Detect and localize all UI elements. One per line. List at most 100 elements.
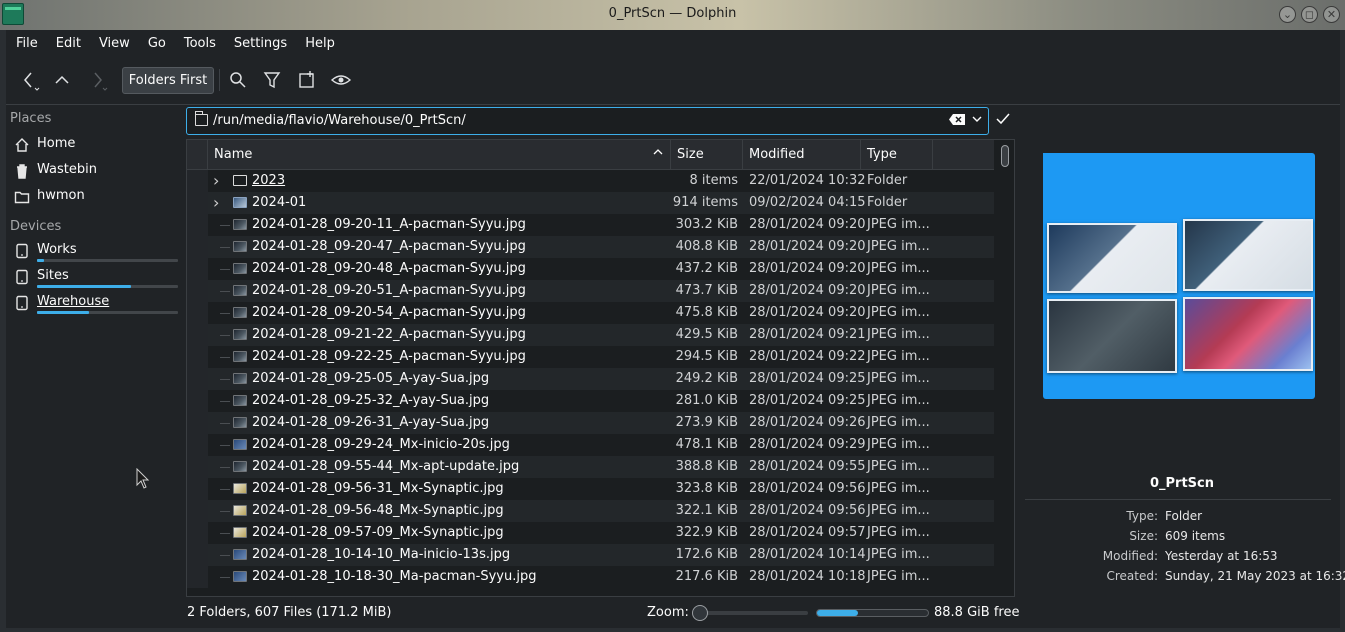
file-name: 2024-01-28_09-55-44_Mx-apt-update.jpg (252, 459, 520, 474)
minimize-icon[interactable]: ⌄ (1279, 6, 1296, 23)
zoom-label: Zoom: (647, 605, 689, 620)
file-name: 2024-01-28_09-57-09_Mx-Synaptic.jpg (252, 525, 504, 540)
place-hwmon[interactable]: hwmon (10, 186, 182, 210)
menu-settings[interactable]: Settings (228, 36, 293, 51)
forward-icon[interactable] (84, 67, 110, 93)
expand-chevron-icon[interactable]: › (213, 192, 225, 214)
column-modified[interactable]: Modified (743, 140, 861, 170)
file-size: 303.2 KiB (675, 217, 738, 232)
menu-view[interactable]: View (93, 36, 136, 51)
file-type: JPEG im... (867, 415, 930, 430)
back-icon[interactable] (16, 67, 42, 93)
menu-edit[interactable]: Edit (50, 36, 87, 51)
image-file-icon (233, 373, 247, 384)
tree-line (220, 577, 230, 578)
menu-tools[interactable]: Tools (178, 36, 222, 51)
menu-file[interactable]: File (10, 36, 44, 51)
title-bar[interactable]: 0_PrtScn — Dolphin ⌄ ◻ ✕ (0, 0, 1345, 30)
place-wastebin[interactable]: Wastebin (10, 160, 182, 184)
chevron-down-icon[interactable] (970, 112, 984, 130)
folders-first-button[interactable]: Folders First (122, 67, 214, 94)
device-sites[interactable]: Sites (10, 266, 182, 290)
close-icon[interactable]: ✕ (1323, 6, 1340, 23)
file-type: JPEG im... (867, 371, 930, 386)
file-row[interactable]: 2024-01-28_09-21-22_A-pacman-Syyu.jpg 429… (187, 324, 994, 346)
file-modified: 28/01/2024 09:25 (749, 393, 866, 408)
confirm-path-icon[interactable] (992, 110, 1014, 132)
file-row[interactable]: 2024-01-28_09-25-32_A-yay-Sua.jpg 281.0 K… (187, 390, 994, 412)
new-tab-icon[interactable] (294, 67, 320, 93)
image-file-icon (233, 351, 247, 362)
file-modified: 28/01/2024 09:25 (749, 371, 866, 386)
devices-header: Devices (10, 219, 62, 234)
meta-value: Sunday, 21 May 2023 at 16:32 (1165, 569, 1345, 583)
row-gutter (187, 346, 208, 368)
file-row[interactable]: 2024-01-28_09-20-51_A-pacman-Syyu.jpg 473… (187, 280, 994, 302)
up-icon[interactable] (49, 67, 75, 93)
file-row[interactable]: 2024-01-28_09-20-54_A-pacman-Syyu.jpg 475… (187, 302, 994, 324)
maximize-icon[interactable]: ◻ (1301, 6, 1318, 23)
file-row[interactable]: 2024-01-28_09-25-05_A-yay-Sua.jpg 249.2 K… (187, 368, 994, 390)
folder-row[interactable]: › 2024-01 914 items 09/02/2024 04:15 Folder (187, 192, 994, 214)
file-size: 429.5 KiB (675, 327, 738, 342)
zoom-slider[interactable] (692, 605, 808, 621)
vertical-scrollbar[interactable] (996, 140, 1014, 596)
file-row[interactable]: 2024-01-28_09-20-11_A-pacman-Syyu.jpg 303… (187, 214, 994, 236)
column-name[interactable]: Name (208, 140, 671, 170)
file-type: JPEG im... (867, 239, 930, 254)
meta-key: Created: (1106, 569, 1158, 583)
folder-icon (14, 189, 30, 205)
location-path-input[interactable]: /run/media/flavio/Warehouse/0_PrtScn/ (213, 113, 466, 128)
row-gutter (187, 478, 208, 500)
trash-icon (14, 163, 30, 179)
free-space-fill (817, 610, 859, 616)
clear-text-icon[interactable] (948, 113, 966, 128)
capacity-fill (37, 311, 90, 314)
capacity-bar (37, 311, 178, 314)
search-icon[interactable] (225, 67, 251, 93)
scrollbar-thumb[interactable] (1001, 145, 1009, 167)
file-row[interactable]: 2024-01-28_09-22-25_A-pacman-Syyu.jpg 294… (187, 346, 994, 368)
file-row[interactable]: 2024-01-28_10-14-10_Ma-inicio-13s.jpg 172… (187, 544, 994, 566)
file-row[interactable]: 2024-01-28_09-56-48_Mx-Synaptic.jpg 322.1… (187, 500, 994, 522)
menu-help[interactable]: Help (299, 36, 341, 51)
file-row[interactable]: 2024-01-28_09-20-48_A-pacman-Syyu.jpg 437… (187, 258, 994, 280)
file-modified: 28/01/2024 09:20 (749, 305, 866, 320)
filter-icon[interactable] (259, 67, 285, 93)
file-name: 2024-01-28_09-22-25_A-pacman-Syyu.jpg (252, 349, 526, 364)
file-size: 408.8 KiB (675, 239, 738, 254)
column-header: Name Size Modified Type (187, 140, 994, 170)
file-size: 475.8 KiB (675, 305, 738, 320)
location-bar[interactable]: /run/media/flavio/Warehouse/0_PrtScn/ (186, 107, 989, 135)
home-icon (14, 137, 30, 153)
tree-line (220, 379, 230, 380)
column-size[interactable]: Size (671, 140, 743, 170)
file-row[interactable]: 2024-01-28_10-18-30_Ma-pacman-Syyu.jpg 21… (187, 566, 994, 588)
file-row[interactable]: 2024-01-28_09-20-47_A-pacman-Syyu.jpg 408… (187, 236, 994, 258)
file-name: 2023 (252, 173, 286, 188)
column-type[interactable]: Type (861, 140, 933, 170)
device-works[interactable]: Works (10, 240, 182, 264)
file-row[interactable]: 2024-01-28_09-57-09_Mx-Synaptic.jpg 322.9… (187, 522, 994, 544)
tree-line (220, 313, 230, 314)
file-row[interactable]: 2024-01-28_09-29-24_Mx-inicio-20s.jpg 478… (187, 434, 994, 456)
file-name: 2024-01-28_10-18-30_Ma-pacman-Syyu.jpg (252, 569, 537, 584)
image-file-icon (233, 483, 247, 494)
file-modified: 28/01/2024 09:26 (749, 415, 866, 430)
column-name-label: Name (214, 147, 253, 162)
file-row[interactable]: 2024-01-28_09-26-31_A-yay-Sua.jpg 273.9 K… (187, 412, 994, 434)
place-home[interactable]: Home (10, 134, 182, 158)
file-size: 217.6 KiB (675, 569, 738, 584)
device-warehouse[interactable]: Warehouse (10, 292, 182, 316)
zoom-slider-handle[interactable] (692, 605, 708, 621)
folder-row[interactable]: › 2023 8 items 22/01/2024 10:32 Folder (187, 170, 994, 192)
file-name: 2024-01-28_09-20-54_A-pacman-Syyu.jpg (252, 305, 526, 320)
row-gutter (187, 302, 208, 324)
file-row[interactable]: 2024-01-28_09-56-31_Mx-Synaptic.jpg 323.8… (187, 478, 994, 500)
header-gutter (187, 140, 208, 170)
expand-chevron-icon[interactable]: › (213, 170, 225, 192)
preview-icon[interactable] (328, 67, 354, 93)
file-view[interactable]: Name Size Modified Type › 2023 8 items 22/0… (186, 139, 1015, 597)
menu-go[interactable]: Go (142, 36, 172, 51)
file-row[interactable]: 2024-01-28_09-55-44_Mx-apt-update.jpg 388… (187, 456, 994, 478)
